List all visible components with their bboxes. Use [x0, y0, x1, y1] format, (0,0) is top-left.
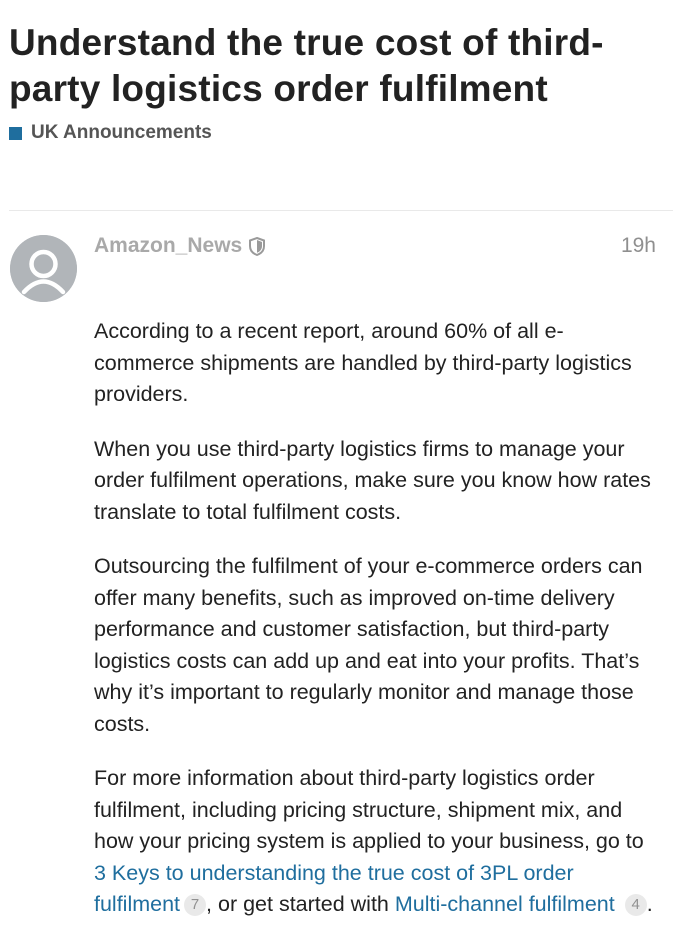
post-date[interactable]: 19h [621, 234, 656, 258]
header-divider [9, 210, 673, 211]
post-paragraph-1: According to a recent report, around 60%… [94, 319, 632, 406]
page-title[interactable]: Understand the true cost of third-party … [9, 20, 669, 112]
post-author: Amazon_News [94, 234, 266, 258]
post-meta: Amazon_News 19h [94, 234, 656, 258]
author-username[interactable]: Amazon_News [94, 234, 242, 258]
avatar[interactable] [10, 235, 77, 302]
category-name[interactable]: UK Announcements [31, 122, 212, 144]
topic-header: Understand the true cost of third-party … [9, 20, 669, 144]
post-paragraph-2: When you use third-party logistics firms… [94, 436, 651, 524]
link-multi-channel-fulfilment[interactable]: Multi-channel fulfilment [395, 892, 615, 916]
link-click-count-badge: 4 [624, 894, 647, 916]
link-click-count-badge: 7 [184, 894, 207, 916]
user-avatar-icon [10, 235, 77, 302]
category-color-swatch [9, 126, 22, 140]
category-badge[interactable]: UK Announcements [9, 122, 669, 144]
paragraph-intro-text: For more information about third-party l… [94, 766, 644, 853]
post-paragraph-4: For more information about third-party l… [94, 763, 660, 921]
shield-icon [249, 236, 266, 256]
paragraph-middle-text: , or get started with [206, 892, 395, 916]
post-body: According to a recent report, around 60%… [94, 316, 660, 944]
post-paragraph-3: Outsourcing the fulfilment of your e-com… [94, 554, 643, 736]
paragraph-end-text: . [646, 892, 653, 916]
